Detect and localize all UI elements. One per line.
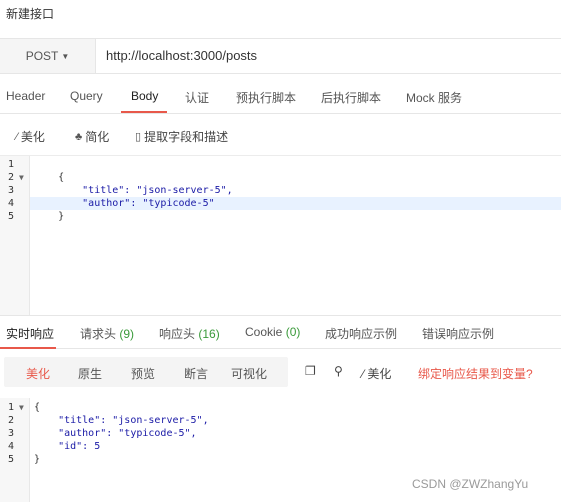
extract-label: 提取字段和描述 (144, 130, 229, 144)
watermark: CSDN @ZWZhangYu (412, 477, 529, 491)
tab-request-headers[interactable]: 请求头 (9) (80, 325, 134, 342)
tab-auth[interactable]: 认证 (185, 89, 209, 106)
view-preview[interactable]: 预览 (131, 365, 155, 382)
response-toolbar: 美化 原生 预览 断言 可视化 ❐ ⚲ ⁄ 美化 绑定响应结果到变量? (0, 357, 561, 387)
tab-cookie[interactable]: Cookie (0) (245, 325, 300, 339)
method-label: POST (25, 49, 59, 63)
fold-toggle-icon[interactable]: ▼ (19, 401, 24, 414)
url-bar: POST ▼ http://localhost:3000/posts (0, 38, 561, 74)
line-gutter (0, 156, 30, 316)
line-gutter (0, 398, 30, 502)
request-tabs: Header Query Body 认证 预执行脚本 后执行脚本 Mock 服务 (0, 80, 561, 114)
simplify-label: 简化 (85, 130, 110, 144)
view-raw[interactable]: 原生 (78, 365, 102, 382)
beautify-label: 美化 (367, 367, 392, 381)
tab-label: Cookie (245, 325, 283, 339)
tree-icon: ♣ (75, 130, 83, 143)
chevron-down-icon: ▼ (61, 51, 70, 61)
tab-response-headers[interactable]: 响应头 (16) (159, 325, 220, 342)
document-icon: ▯ (135, 131, 142, 143)
tab-header[interactable]: Header (6, 89, 45, 103)
tab-query[interactable]: Query (70, 89, 103, 103)
beautify-label: 美化 (20, 130, 45, 144)
view-beautify[interactable]: 美化 (26, 365, 50, 382)
extract-fields-button[interactable]: ▯ 提取字段和描述 (135, 128, 228, 145)
line-number: 3 (8, 428, 15, 439)
code-line: "author": "typicode-5", (34, 428, 197, 439)
active-tab-indicator (0, 347, 56, 349)
page-title: 新建接口 (6, 7, 55, 21)
line-number: 2 (8, 172, 15, 183)
request-body-editor[interactable]: 1 2 ▼ 3 4 5 { "title": "json-server-5", … (0, 155, 561, 316)
line-number: 4 (8, 441, 15, 452)
code-line: "id": 5 (34, 441, 101, 452)
tab-post-script[interactable]: 后执行脚本 (321, 89, 381, 106)
copy-icon[interactable]: ❐ (305, 364, 316, 378)
code-line: "author": "typicode-5" (34, 198, 215, 209)
tab-body[interactable]: Body (131, 89, 158, 103)
tab-mock[interactable]: Mock 服务 (406, 89, 462, 106)
tab-label: 响应头 (159, 327, 196, 341)
body-toolbar: ⁄ 美化 ♣ 简化 ▯ 提取字段和描述 (0, 122, 561, 150)
tab-label: 实时响应 (6, 327, 55, 341)
url-input[interactable]: http://localhost:3000/posts (106, 48, 257, 63)
code-line: "title": "json-server-5", (34, 185, 233, 196)
response-beautify-button[interactable]: ⁄ 美化 (362, 365, 391, 382)
view-visualize[interactable]: 可视化 (231, 365, 267, 382)
tab-label: 成功响应示例 (325, 327, 398, 341)
tab-count: (0) (285, 325, 301, 339)
line-number: 1 (8, 159, 15, 170)
method-select[interactable]: POST ▼ (0, 39, 96, 73)
line-number: 4 (8, 198, 15, 209)
tab-pre-script[interactable]: 预执行脚本 (236, 89, 296, 106)
tab-live-response[interactable]: 实时响应 (6, 325, 54, 342)
simplify-button[interactable]: ♣ 简化 (75, 128, 109, 145)
tab-count: (9) (119, 327, 135, 341)
fold-toggle-icon[interactable]: ▼ (19, 171, 24, 184)
magic-wand-icon: ⁄ (16, 130, 18, 143)
code-line: } (34, 454, 41, 465)
code-line: } (34, 211, 65, 222)
bind-result-link[interactable]: 绑定响应结果到变量? (418, 365, 533, 382)
view-mode-group: 美化 原生 预览 断言 可视化 (4, 357, 288, 387)
tab-count: (16) (198, 327, 220, 341)
line-number: 5 (8, 454, 15, 465)
code-line: "title": "json-server-5", (34, 415, 209, 426)
active-tab-indicator (121, 111, 167, 113)
tab-label: 请求头 (80, 327, 117, 341)
response-tabs: 实时响应 请求头 (9) 响应头 (16) Cookie (0) 成功响应示例 … (0, 315, 561, 349)
tab-success-example[interactable]: 成功响应示例 (325, 325, 397, 342)
code-line: { (34, 172, 65, 183)
tab-label: 错误响应示例 (422, 327, 495, 341)
view-assert[interactable]: 断言 (184, 365, 208, 382)
line-number: 1 (8, 402, 15, 413)
line-number: 2 (8, 415, 15, 426)
line-number: 5 (8, 211, 15, 222)
tab-error-example[interactable]: 错误响应示例 (422, 325, 494, 342)
search-icon[interactable]: ⚲ (334, 364, 343, 378)
line-number: 3 (8, 185, 15, 196)
beautify-button[interactable]: ⁄ 美化 (16, 128, 45, 145)
code-line: { (34, 402, 41, 413)
